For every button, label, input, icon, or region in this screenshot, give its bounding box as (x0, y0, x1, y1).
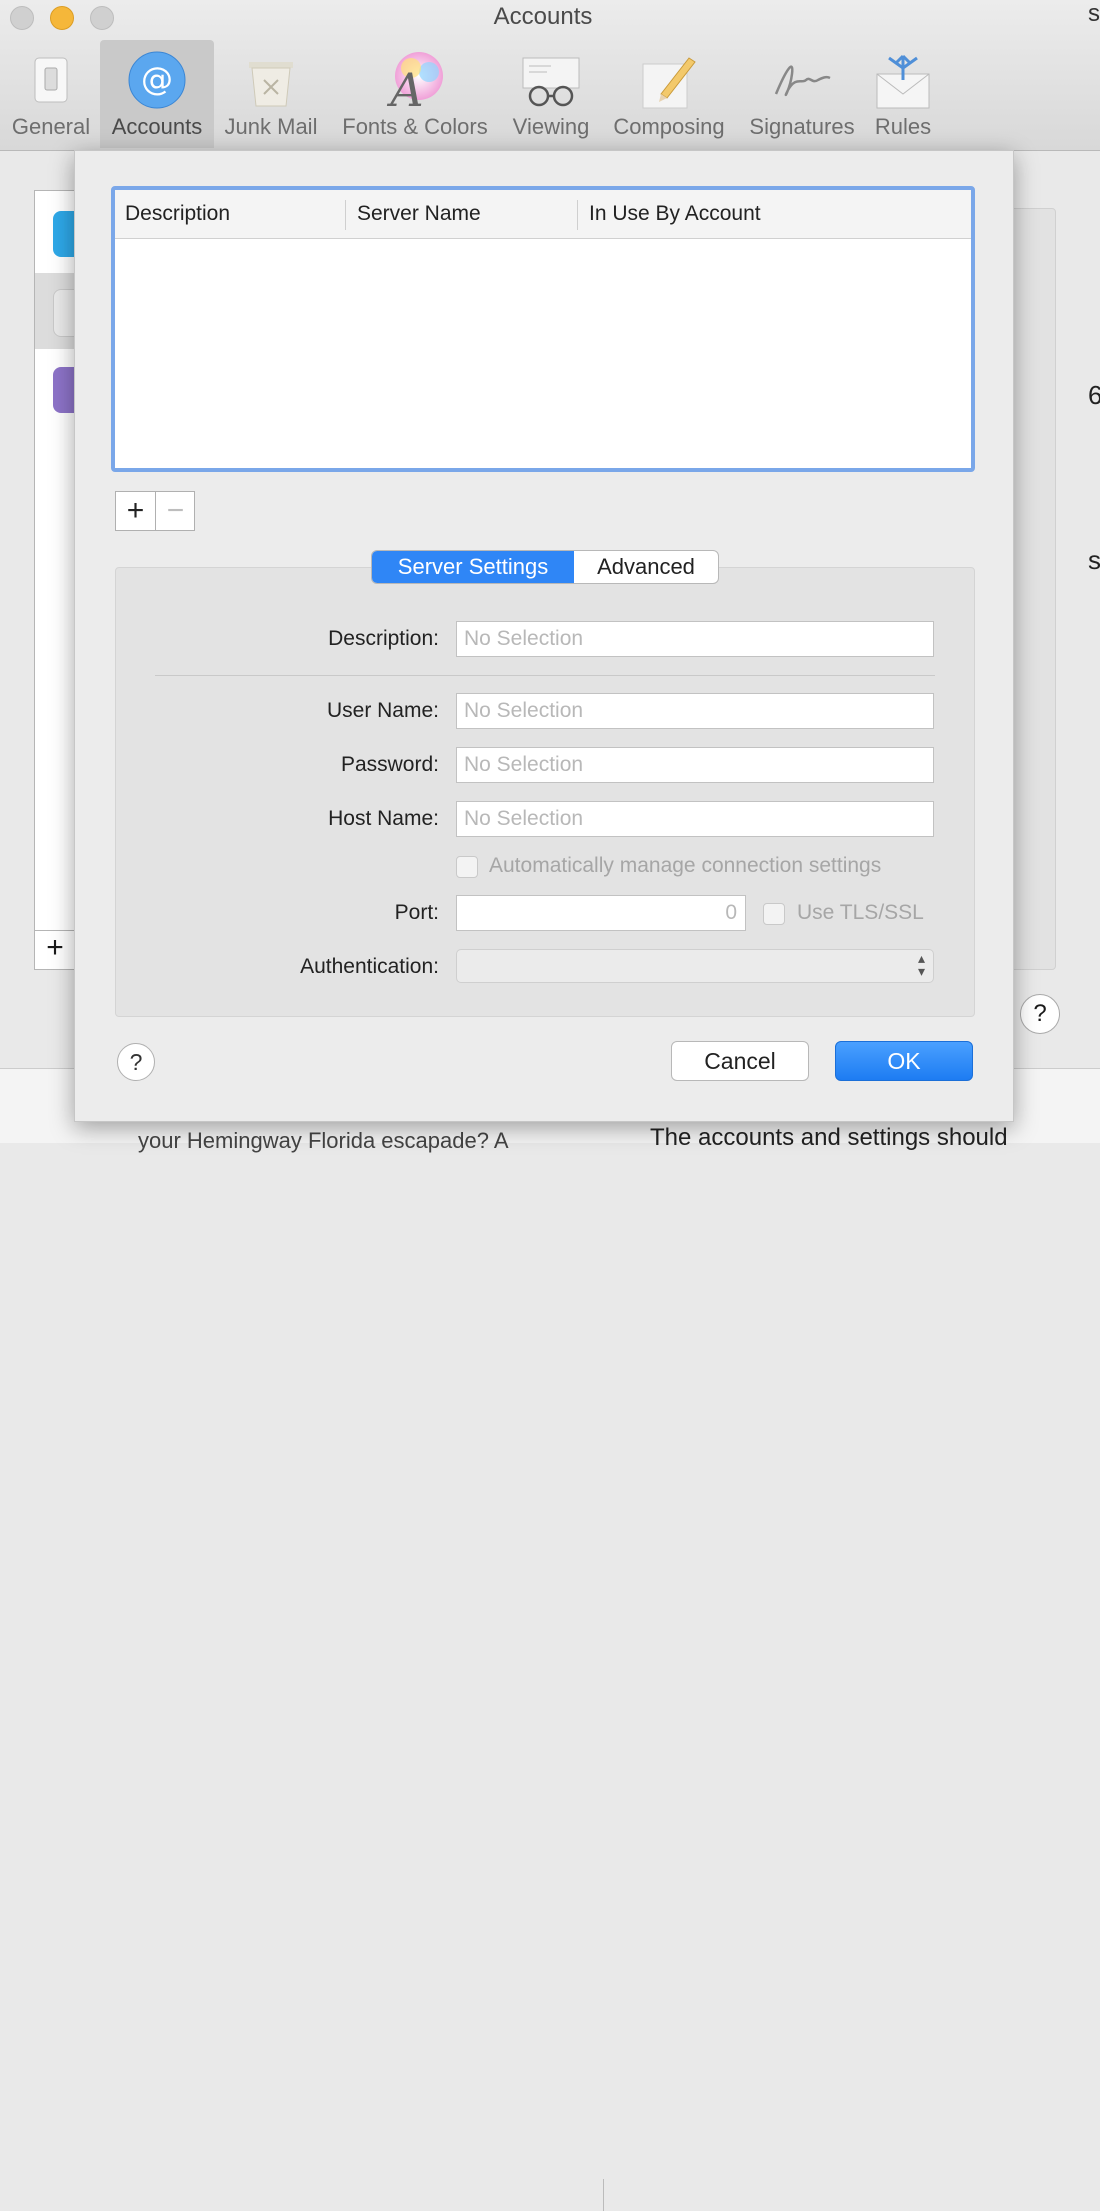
junk-mail-trash-icon (249, 62, 293, 107)
toolbar-label: Composing (613, 114, 725, 139)
window-toolbar: Accounts s General @ Accounts Junk Mail (0, 0, 1100, 151)
smtp-server-sheet: Description Server Name In Use By Accoun… (74, 150, 1014, 1122)
tab-advanced[interactable]: Advanced (574, 551, 718, 583)
section-divider (155, 675, 935, 676)
window-edge-glyph: s (1088, 0, 1100, 27)
column-header-description[interactable]: Description (115, 190, 345, 238)
tls-ssl-checkbox[interactable] (763, 903, 785, 925)
general-switch-icon (34, 57, 68, 103)
description-field[interactable]: No Selection (456, 621, 934, 657)
toolbar-rules[interactable]: Rules (866, 40, 940, 148)
cancel-button[interactable]: Cancel (671, 1041, 809, 1081)
column-separator (577, 200, 578, 230)
toolbar-label: Junk Mail (224, 114, 318, 139)
toolbar-label: Fonts & Colors (342, 114, 488, 139)
svg-text:A: A (386, 63, 423, 110)
password-field[interactable]: No Selection (456, 747, 934, 783)
at-sign-icon: @ (128, 51, 186, 109)
toolbar-fonts-colors[interactable]: A Fonts & Colors (332, 40, 498, 148)
remove-server-button[interactable]: − (156, 492, 195, 530)
svg-text:@: @ (141, 60, 173, 98)
hostname-label: Host Name: (328, 807, 439, 830)
smtp-server-table[interactable]: Description Server Name In Use By Accoun… (111, 186, 975, 472)
background-message-preview: your Hemingway Florida escapade? A (138, 1128, 509, 1153)
column-header-server-name[interactable]: Server Name (347, 190, 577, 238)
table-header: Description Server Name In Use By Accoun… (115, 190, 971, 239)
settings-tabs: Server Settings Advanced (371, 550, 719, 584)
toolbar-signatures[interactable]: Signatures (740, 40, 864, 148)
background-edge-glyph: s (1088, 545, 1100, 575)
ok-button[interactable]: OK (835, 1041, 973, 1081)
tab-server-settings[interactable]: Server Settings (372, 551, 574, 583)
username-field[interactable]: No Selection (456, 693, 934, 729)
toolbar-label: Rules (874, 114, 932, 139)
toolbar-viewing[interactable]: Viewing (504, 40, 598, 148)
rules-envelope-icon (876, 54, 930, 109)
window-title: Accounts (493, 3, 593, 30)
toolbar-general[interactable]: General (4, 40, 98, 148)
description-label: Description: (328, 627, 439, 650)
port-label: Port: (394, 901, 439, 924)
toolbar-label: Accounts (111, 114, 203, 139)
chevron-updown-icon: ▴ ▾ (917, 950, 925, 979)
toolbar-label: General (11, 114, 91, 139)
tls-ssl-label: Use TLS/SSL (797, 901, 924, 924)
hostname-field[interactable]: No Selection (456, 801, 934, 837)
background-divider (603, 2179, 604, 2211)
background-edge-glyph: 6 (1088, 380, 1100, 410)
background-message-body: The accounts and settings should (650, 1124, 1008, 1151)
password-label: Password: (340, 753, 439, 776)
toolbar-label: Viewing (512, 114, 590, 139)
viewing-glasses-icon (522, 57, 580, 107)
column-header-in-use-by-account[interactable]: In Use By Account (579, 190, 889, 238)
authentication-select[interactable]: ▴ ▾ (456, 949, 934, 983)
background-help-button[interactable]: ? (1020, 994, 1060, 1034)
authentication-label: Authentication: (300, 955, 439, 978)
column-separator (345, 200, 346, 230)
toolbar-composing[interactable]: Composing (606, 40, 732, 148)
fonts-colors-icon: A (386, 52, 443, 110)
toolbar-label: Signatures (749, 114, 855, 139)
add-server-button[interactable]: + (116, 492, 155, 530)
composing-pencil-icon (642, 57, 696, 109)
signature-icon (774, 65, 831, 97)
toolbar-junk-mail[interactable]: Junk Mail (218, 40, 324, 148)
background-add-account-button[interactable]: + (34, 930, 76, 970)
add-remove-control: + − (115, 491, 195, 531)
auto-manage-checkbox[interactable] (456, 856, 478, 878)
port-field[interactable]: 0 (456, 895, 746, 931)
auto-manage-label: Automatically manage connection settings (489, 854, 882, 877)
toolbar-accounts[interactable]: @ Accounts (100, 40, 214, 148)
username-label: User Name: (326, 699, 439, 722)
help-button[interactable]: ? (117, 1043, 155, 1081)
